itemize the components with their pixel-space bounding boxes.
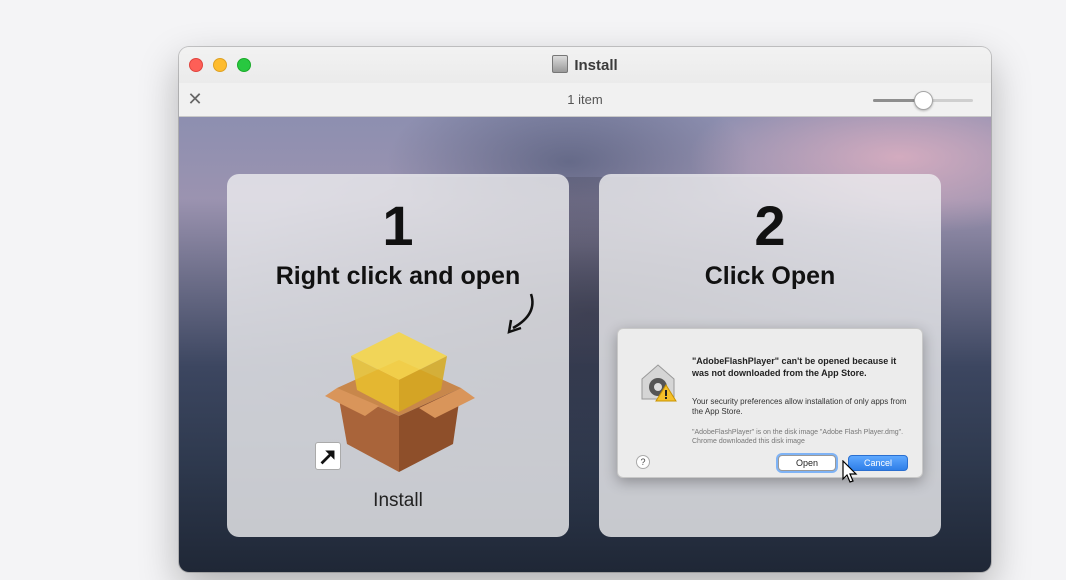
item-count: 1 item	[567, 92, 603, 107]
step-1-heading: Right click and open	[275, 262, 521, 290]
finder-window: Install ✕ 1 item 1 Right click and open	[179, 47, 991, 572]
step-2-heading: Click Open	[704, 262, 836, 290]
alias-arrow-icon	[315, 442, 341, 470]
open-button[interactable]: Open	[778, 455, 836, 471]
window-title-group: Install	[179, 55, 991, 74]
disk-image-icon	[552, 55, 569, 73]
toolbar: ✕ 1 item	[179, 83, 991, 117]
step-2-panel: 2 Click Open "AdobeFlashPlayer" can't be…	[599, 174, 941, 537]
security-dialog: "AdobeFlashPlayer" can't be opened becau…	[617, 328, 923, 483]
package-icon[interactable]	[319, 326, 479, 476]
step-1-number: 1	[382, 194, 414, 257]
window-title: Install	[574, 57, 618, 74]
step-2-number: 2	[754, 194, 786, 257]
curved-arrow-icon	[507, 293, 534, 334]
icon-size-slider[interactable]	[873, 91, 973, 110]
help-button[interactable]: ?	[636, 455, 650, 469]
step-1-panel: 1 Right click and open Install	[227, 174, 569, 537]
pointer-cursor-icon	[842, 460, 858, 483]
security-lock-icon	[641, 364, 677, 402]
dialog-title: "AdobeFlashPlayer" can't be opened becau…	[692, 356, 897, 378]
slider-knob[interactable]	[913, 91, 933, 110]
dialog-body: Your security preferences allow installa…	[692, 397, 907, 416]
dialog-detail: "AdobeFlashPlayer" is on the disk image …	[692, 429, 904, 445]
background-image: 1 Right click and open Install 2 Click O…	[179, 117, 991, 572]
install-file-label[interactable]: Install	[227, 490, 569, 512]
title-bar[interactable]: Install	[179, 47, 991, 83]
